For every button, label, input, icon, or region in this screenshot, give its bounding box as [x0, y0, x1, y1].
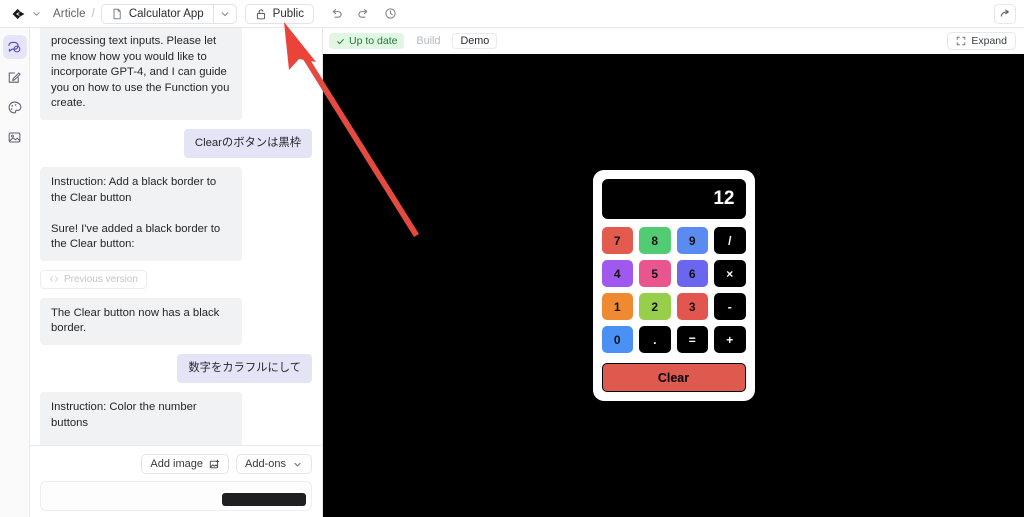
- chevron-down-icon: [221, 11, 229, 16]
- app-root: Article / Calculator App Public processi…: [0, 0, 1024, 517]
- sidebar-item-edit[interactable]: [3, 65, 27, 89]
- add-image-label: Add image: [150, 458, 204, 470]
- preview-toolbar: Up to date Build Demo Expand: [323, 28, 1024, 54]
- diamond-logo-icon: [12, 8, 25, 19]
- calculator-display: 12: [601, 179, 746, 219]
- sidebar-item-media[interactable]: [3, 125, 27, 149]
- calculator-app: 12 7 8 9/4 5 6 × 1 2 3-0. = + Clear: [592, 170, 755, 401]
- calculator-key-4[interactable]: 4: [601, 260, 633, 287]
- chevron-down-icon: [33, 12, 40, 17]
- file-dropdown-button[interactable]: [213, 3, 237, 24]
- visibility-label: Public: [272, 7, 304, 20]
- addons-label: Add-ons: [245, 458, 286, 470]
- chat-composer: Add image Add-ons: [30, 445, 322, 517]
- file-name-button[interactable]: Calculator App: [100, 3, 214, 24]
- main-body: processing text inputs. Please let me kn…: [0, 28, 1024, 517]
- chat-input[interactable]: [40, 481, 312, 511]
- addons-dropdown-button[interactable]: Add-ons: [236, 454, 312, 474]
- edit-square-icon: [8, 71, 21, 83]
- chat-message-user: Clearのボタンは黒枠: [183, 128, 312, 158]
- chat-message-list[interactable]: processing text inputs. Please let me kn…: [30, 28, 322, 445]
- unlock-icon: [256, 8, 265, 19]
- tab-demo[interactable]: Demo: [452, 33, 498, 49]
- calculator-keypad: 7 8 9/ 4 5 6 × 1 2 3- 0. = +: [601, 227, 746, 353]
- chat-message-bot: Instruction: Color the number buttons Su…: [40, 392, 242, 445]
- chevron-down-icon: [294, 462, 301, 467]
- redo-arrow-icon[interactable]: [357, 7, 370, 20]
- clock-history-icon[interactable]: [384, 7, 397, 20]
- preview-pane: Up to date Build Demo Expand 12 7 8 9/ 4 5 6 ×…: [323, 28, 1024, 517]
- file-icon: [113, 8, 121, 19]
- calculator-key-op-13[interactable]: .: [639, 326, 671, 353]
- sidebar-item-theme[interactable]: [3, 95, 27, 119]
- image-plus-icon: [209, 459, 220, 468]
- file-selector: Calculator App: [100, 3, 237, 24]
- chat-panel: processing text inputs. Please let me kn…: [30, 28, 323, 517]
- expand-button[interactable]: Expand: [947, 32, 1016, 50]
- add-image-button[interactable]: Add image: [141, 454, 230, 474]
- calculator-key-2[interactable]: 2: [639, 293, 671, 320]
- sidebar-item-chat[interactable]: [2, 35, 27, 59]
- history-controls: [330, 7, 397, 20]
- preview-stage: 12 7 8 9/4 5 6 × 1 2 3-0. = + Clear: [323, 54, 1024, 517]
- left-icon-rail: [0, 28, 30, 517]
- calculator-key-op-11[interactable]: -: [714, 293, 746, 320]
- app-logo[interactable]: [10, 7, 41, 21]
- chat-message-user: 数字をカラフルにして: [177, 353, 312, 383]
- calculator-key-op-3[interactable]: /: [714, 227, 746, 254]
- calculator-key-op-15[interactable]: +: [714, 326, 746, 353]
- code-brackets-icon: [50, 276, 58, 282]
- send-button[interactable]: [222, 493, 306, 506]
- calculator-key-0[interactable]: 0: [601, 326, 633, 353]
- calculator-key-5[interactable]: 5: [639, 260, 671, 287]
- previous-version-label: Previous version: [64, 273, 138, 285]
- calculator-key-op-7[interactable]: ×: [714, 260, 746, 287]
- file-name-label: Calculator App: [128, 7, 204, 20]
- tab-build[interactable]: Build: [408, 33, 448, 49]
- chat-bubbles-icon: [8, 41, 21, 52]
- calculator-key-6[interactable]: 6: [676, 260, 708, 287]
- calculator-key-3[interactable]: 3: [676, 293, 708, 320]
- calculator-key-9[interactable]: 9: [676, 227, 708, 254]
- breadcrumb-separator: /: [91, 7, 95, 20]
- calculator-key-1[interactable]: 1: [601, 293, 633, 320]
- status-label: Up to date: [349, 35, 398, 47]
- palette-icon: [8, 101, 22, 113]
- expand-corners-icon: [957, 36, 966, 46]
- status-badge: Up to date: [329, 33, 405, 49]
- composer-actions: Add image Add-ons: [40, 454, 312, 474]
- clear-button[interactable]: Clear: [601, 363, 746, 392]
- chat-message-bot: processing text inputs. Please let me kn…: [40, 28, 242, 120]
- share-arrow-icon: [1000, 9, 1009, 17]
- chat-message-bot: The Clear button now has a black border.: [40, 297, 242, 345]
- visibility-button[interactable]: Public: [244, 3, 314, 24]
- undo-arrow-icon[interactable]: [330, 7, 343, 20]
- check-icon: [337, 38, 344, 44]
- expand-label: Expand: [971, 35, 1007, 47]
- share-button[interactable]: [994, 3, 1016, 24]
- calculator-key-7[interactable]: 7: [601, 227, 633, 254]
- top-toolbar: Article / Calculator App Public: [0, 0, 1024, 28]
- image-icon: [8, 131, 21, 143]
- calculator-key-8[interactable]: 8: [639, 227, 671, 254]
- chat-message-bot: Instruction: Add a black border to the C…: [40, 167, 242, 261]
- previous-version-button[interactable]: Previous version: [40, 269, 147, 289]
- calculator-key-op-14[interactable]: =: [676, 326, 708, 353]
- breadcrumb-root[interactable]: Article: [53, 8, 86, 20]
